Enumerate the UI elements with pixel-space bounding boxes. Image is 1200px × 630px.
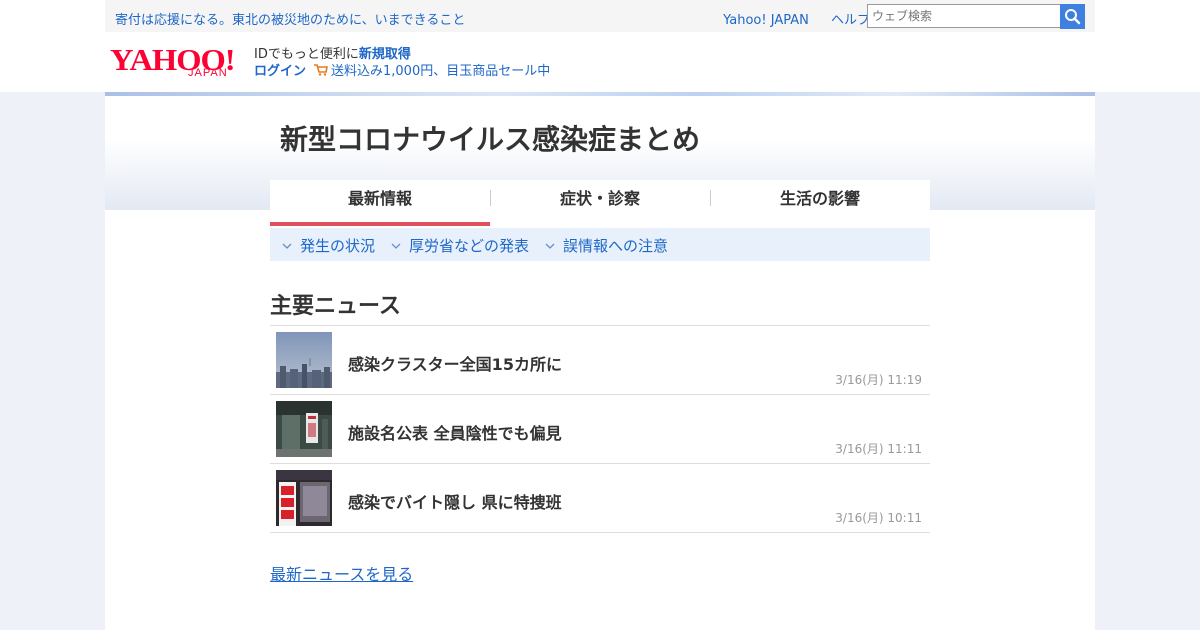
section-title: 主要ニュース <box>270 294 401 319</box>
closed-shop-image <box>276 470 332 526</box>
news-timestamp: 3/16(月) 11:19 <box>835 373 922 387</box>
cart-icon <box>314 64 328 76</box>
facility-notice-image <box>276 401 332 457</box>
decorative-stripe <box>105 92 1095 96</box>
tab-symptoms[interactable]: 症状・診察 <box>490 180 710 222</box>
chevron-down-icon <box>545 243 555 249</box>
donation-promo-link[interactable]: 寄付は応援になる。東北の被災地のために、いまできること <box>115 9 465 28</box>
help-link[interactable]: ヘルプ <box>831 13 870 28</box>
news-headline: 施設名公表 全員陰性でも偏見 <box>348 424 562 443</box>
top-header: 寄付は応援になる。東北の被災地のために、いまできること Yahoo! JAPAN… <box>0 0 1200 92</box>
web-search-input[interactable] <box>867 4 1063 28</box>
subnav-label: 誤情報への注意 <box>563 237 669 255</box>
chevron-down-icon <box>282 243 292 249</box>
shopping-promo-text: 送料込み1,000円、目玉商品セール中 <box>331 64 551 79</box>
subnav-ministry-announcements[interactable]: 厚労省などの発表 <box>391 235 529 256</box>
news-item[interactable]: 施設名公表 全員陰性でも偏見 3/16(月) 11:11 <box>270 395 930 464</box>
utility-links: Yahoo! JAPAN ヘルプ <box>705 9 870 28</box>
subnav-misinformation[interactable]: 誤情報への注意 <box>545 235 668 256</box>
news-headline: 感染クラスター全国15カ所に <box>348 355 562 374</box>
logo-subtext: JAPAN <box>188 67 228 79</box>
search-button[interactable] <box>1060 4 1085 29</box>
search-icon <box>1065 9 1081 25</box>
tab-bar: 最新情報 症状・診察 生活の影響 <box>270 180 930 226</box>
login-link[interactable]: ログイン <box>254 60 306 79</box>
subnav-label: 発生の状況 <box>300 237 376 255</box>
subnav-label: 厚労省などの発表 <box>409 237 530 255</box>
main-content: 新型コロナウイルス感染症まとめ 最新情報 症状・診察 生活の影響 発生の状況 厚… <box>105 92 1095 630</box>
subnav-outbreak-status[interactable]: 発生の状況 <box>282 235 375 256</box>
news-item[interactable]: 感染でバイト隠し 県に特捜班 3/16(月) 10:11 <box>270 464 930 533</box>
yahoo-japan-link[interactable]: Yahoo! JAPAN <box>723 13 809 28</box>
shopping-promo-link[interactable]: 送料込み1,000円、目玉商品セール中 <box>314 60 550 79</box>
news-timestamp: 3/16(月) 10:11 <box>835 511 922 525</box>
news-list: 感染クラスター全国15カ所に 3/16(月) 11:19 施設名公表 全員陰性で… <box>270 325 930 533</box>
news-headline: 感染でバイト隠し 県に特捜班 <box>348 493 562 512</box>
news-item[interactable]: 感染クラスター全国15カ所に 3/16(月) 11:19 <box>270 326 930 395</box>
tab-latest[interactable]: 最新情報 <box>270 180 490 226</box>
news-timestamp: 3/16(月) 11:11 <box>835 442 922 456</box>
city-skyline-image <box>276 332 332 388</box>
utility-bar: 寄付は応援になる。東北の被災地のために、いまできること Yahoo! JAPAN… <box>105 0 1095 32</box>
chevron-down-icon <box>391 243 401 249</box>
more-news-link[interactable]: 最新ニュースを見る <box>270 561 413 585</box>
tab-daily-life[interactable]: 生活の影響 <box>710 180 930 222</box>
sub-navigation: 発生の状況 厚労省などの発表 誤情報への注意 <box>270 228 930 261</box>
yahoo-logo[interactable]: YAHOO! JAPAN <box>110 42 246 82</box>
page-title: 新型コロナウイルス感染症まとめ <box>280 123 701 156</box>
